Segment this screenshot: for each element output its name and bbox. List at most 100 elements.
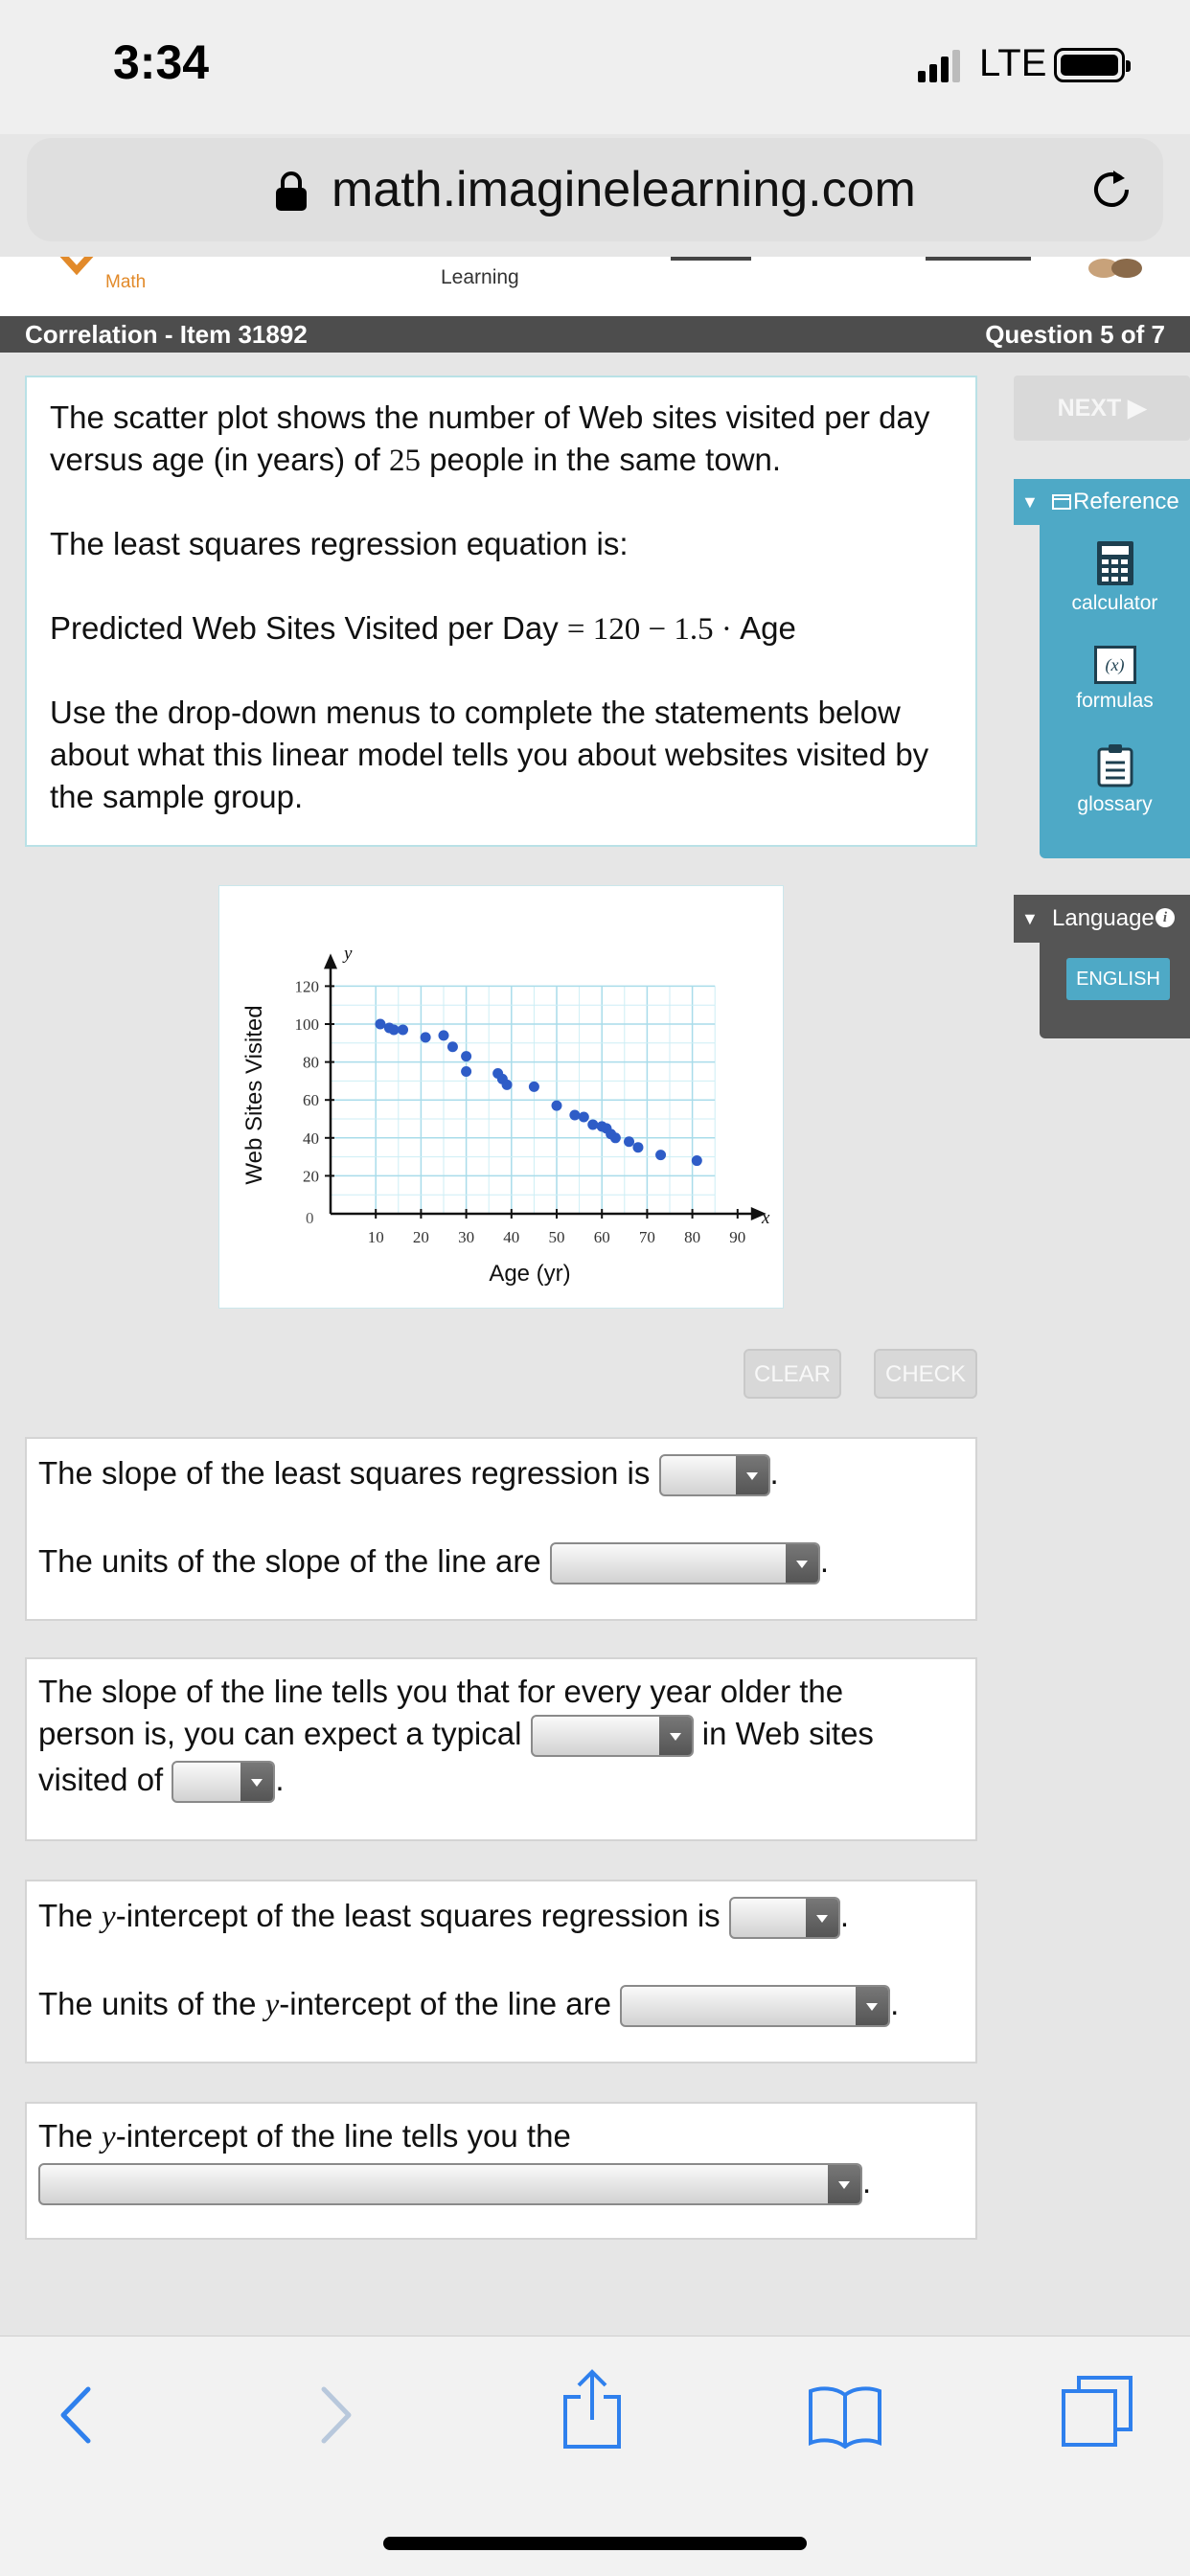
slope-dropdown[interactable] (658, 1454, 770, 1497)
tabs-icon[interactable] (1060, 2374, 1134, 2449)
x-tick-label: 40 (503, 1228, 519, 1246)
network-type: LTE (979, 42, 1047, 84)
glossary-icon (1097, 744, 1133, 787)
language-toggle[interactable]: ▼ Language i (1014, 895, 1190, 943)
share-icon[interactable] (561, 2368, 623, 2451)
data-point (632, 1142, 644, 1153)
intercept-statement: The y-intercept of the least squares reg… (38, 1895, 849, 1940)
header-learning-label: Learning (441, 266, 519, 288)
language-label: Language (1052, 905, 1155, 931)
x-tick-label: 30 (458, 1228, 474, 1246)
data-point (655, 1150, 667, 1161)
avatar-icon[interactable] (1087, 257, 1154, 282)
cellular-signal-icon (918, 50, 960, 82)
intercept-meaning-line-2: . (38, 2161, 871, 2206)
data-point (388, 1024, 400, 1036)
data-point (398, 1024, 409, 1036)
data-point (624, 1136, 635, 1148)
slope-units-statement: The units of the slope of the line are . (38, 1540, 829, 1585)
back-icon[interactable] (52, 2382, 100, 2449)
calculator-label: calculator (1071, 592, 1158, 614)
chart-ticks: 10 20 30 40 50 60 70 80 90 20 40 60 80 100 120 (295, 977, 746, 1246)
data-point (501, 1079, 513, 1090)
chevron-down-icon (240, 1763, 274, 1802)
lock-icon (276, 171, 307, 211)
check-button[interactable]: CHECK (874, 1349, 977, 1399)
question-card: The scatter plot shows the number of Web… (25, 376, 977, 847)
intercept-meaning-line-1: The y-intercept of the line tells you th… (38, 2118, 571, 2154)
site-header (0, 257, 1190, 316)
question-paragraph-4: Use the drop-down menus to complete the … (50, 695, 929, 814)
y-tick-label: 60 (303, 1091, 319, 1109)
reference-toggle[interactable]: ▼ Reference (1014, 479, 1190, 525)
chevron-down-icon (785, 1544, 818, 1584)
brand-logo-icon (59, 257, 94, 276)
x-tick-label: 20 (413, 1228, 429, 1246)
english-button[interactable]: ENGLISH (1066, 958, 1170, 1000)
url-text[interactable]: math.imaginelearning.com (332, 161, 916, 218)
data-point (461, 1066, 472, 1077)
forward-icon[interactable] (312, 2382, 360, 2449)
change-amount-dropdown[interactable] (172, 1761, 276, 1804)
answer-card-intercept-meaning: The y-intercept of the line tells you th… (25, 2102, 977, 2240)
slope-meaning-line-1: The slope of the line tells you that for… (38, 1674, 844, 1709)
x-tick-label: 60 (594, 1228, 610, 1246)
y-tick-label: 80 (303, 1054, 319, 1072)
data-point (375, 1018, 386, 1030)
status-time: 3:34 (113, 35, 210, 89)
formulas-label: formulas (1076, 690, 1154, 712)
question-paragraph-2: The least squares regression equation is… (50, 526, 629, 561)
data-point (569, 1109, 581, 1121)
collapse-triangle-icon: ▼ (1021, 909, 1039, 928)
slope-statement: The slope of the least squares regressio… (38, 1452, 779, 1497)
x-tick-label: 10 (368, 1228, 384, 1246)
x-variable-label: x (761, 1208, 770, 1228)
reference-window-icon (1052, 494, 1071, 510)
bookmarks-icon[interactable] (807, 2382, 883, 2449)
post-quiz-tab-clipped[interactable] (671, 257, 757, 264)
data-point (420, 1032, 431, 1043)
intercept-meaning-dropdown[interactable] (38, 2163, 862, 2206)
chevron-down-icon (856, 1987, 889, 2026)
data-point (461, 1051, 472, 1062)
glossary-label: glossary (1077, 793, 1153, 815)
slope-units-dropdown[interactable] (549, 1542, 820, 1585)
calculator-icon (1096, 541, 1133, 585)
collapse-triangle-icon: ▼ (1021, 492, 1039, 512)
data-point (446, 1041, 458, 1053)
chevron-down-icon (735, 1456, 768, 1495)
glossary-tool[interactable]: glossary (1040, 743, 1190, 816)
change-direction-dropdown[interactable] (530, 1715, 694, 1758)
chart-axes (324, 953, 767, 1220)
info-icon[interactable]: i (1156, 908, 1175, 927)
question-counter: Question 5 of 7 (985, 320, 1165, 349)
next-button[interactable]: NEXT ▶ (1014, 376, 1190, 441)
reload-icon[interactable] (1085, 163, 1138, 217)
chevron-down-icon (658, 1717, 692, 1756)
x-tick-label: 80 (684, 1228, 700, 1246)
question-paragraph-1: The scatter plot shows the number of Web… (50, 399, 930, 478)
data-point (578, 1111, 589, 1123)
data-point (691, 1155, 702, 1167)
data-point (551, 1100, 562, 1111)
y-tick-label: 120 (295, 977, 320, 995)
chevron-down-icon (805, 1899, 838, 1938)
chevron-down-icon (828, 2165, 860, 2204)
intercept-units-statement: The units of the y-intercept of the line… (38, 1983, 899, 2028)
origin-label: 0 (306, 1209, 314, 1227)
user-menu-clipped[interactable] (926, 257, 1041, 264)
formulas-tool[interactable]: (x) formulas (1040, 646, 1190, 713)
x-tick-label: 90 (729, 1228, 745, 1246)
slope-meaning-line-3: visited of . (38, 1759, 285, 1804)
x-axis-label: Age (yr) (489, 1261, 570, 1287)
intercept-dropdown[interactable] (728, 1897, 840, 1940)
regression-equation: Predicted Web Sites Visited per Day = 12… (50, 610, 796, 647)
home-indicator (383, 2537, 807, 2550)
answer-card-slope-meaning: The slope of the line tells you that for… (25, 1657, 977, 1841)
x-tick-label: 70 (639, 1228, 655, 1246)
intercept-units-dropdown[interactable] (620, 1985, 891, 2028)
calculator-tool[interactable]: calculator (1040, 540, 1190, 615)
y-axis-arrow (324, 953, 337, 969)
chart-points (375, 1018, 702, 1167)
clear-button[interactable]: CLEAR (744, 1349, 841, 1399)
